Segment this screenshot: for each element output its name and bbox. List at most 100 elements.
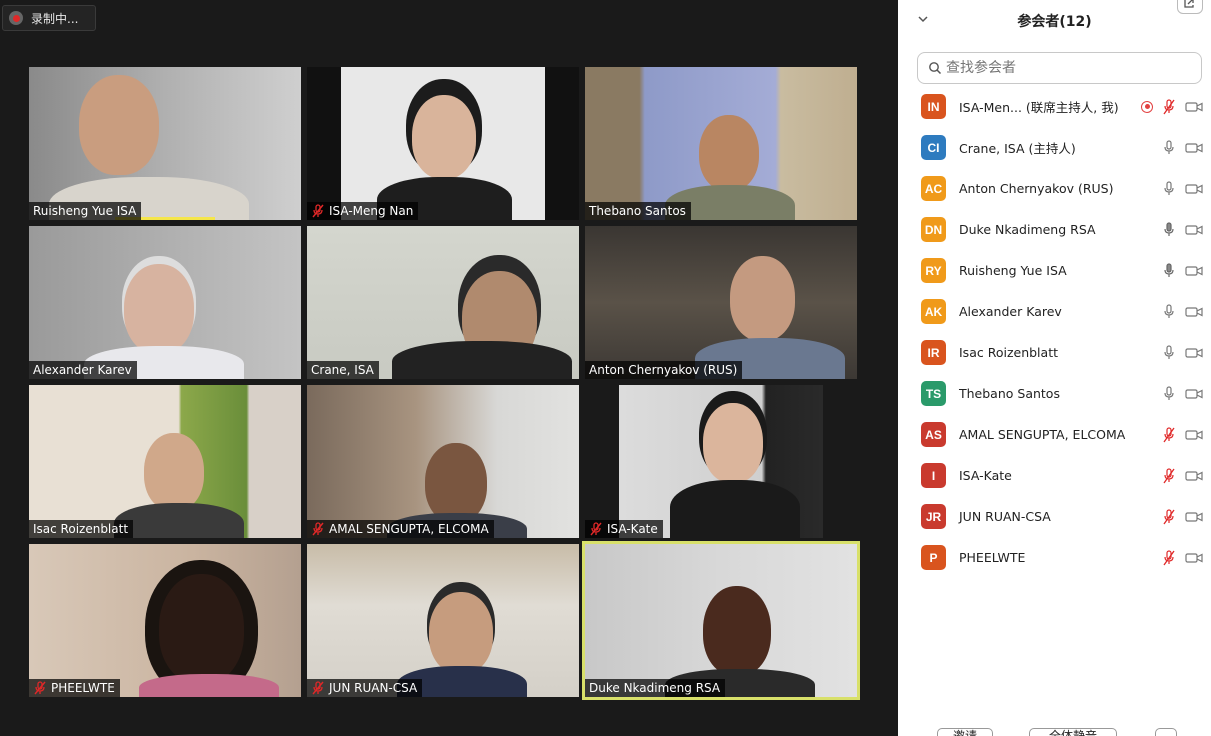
meeting-window: 录制中... Ruisheng Yue ISA ISA-Meng Nan The… — [0, 0, 1211, 736]
video-tile[interactable]: Crane, ISA — [307, 226, 579, 379]
video-off-icon[interactable] — [1185, 429, 1203, 441]
participant-name: Crane, ISA (主持人) — [959, 141, 1076, 156]
tile-name: ISA-Meng Nan — [329, 204, 414, 218]
avatar: AK — [921, 299, 946, 324]
mic-icon[interactable] — [1162, 385, 1176, 402]
participant-row[interactable]: CI Crane, ISA (主持人) — [898, 127, 1211, 168]
video-tile[interactable]: AMAL SENGUPTA, ELCOMA — [307, 385, 579, 538]
mic-muted-icon[interactable] — [1162, 467, 1176, 484]
video-tile[interactable]: Anton Chernyakov (RUS) — [585, 226, 857, 379]
tile-name-tag: Crane, ISA — [307, 361, 379, 379]
video-tile[interactable]: JUN RUAN-CSA — [307, 544, 579, 697]
mic-icon[interactable] — [1162, 180, 1176, 197]
tile-name-tag: Isac Roizenblatt — [29, 520, 134, 538]
participant-row[interactable]: I ISA-Kate — [898, 455, 1211, 496]
search-participants-box[interactable] — [917, 52, 1202, 84]
mic-muted-icon — [312, 681, 324, 695]
mute-all-button[interactable]: 全体静音 — [1029, 728, 1117, 736]
tile-name-tag: AMAL SENGUPTA, ELCOMA — [307, 520, 494, 538]
participant-row[interactable]: DN Duke Nkadimeng RSA — [898, 209, 1211, 250]
avatar: P — [921, 545, 946, 570]
tile-name-tag: PHEELWTE — [29, 679, 120, 697]
tile-name: Isac Roizenblatt — [33, 522, 129, 536]
video-off-icon[interactable] — [1185, 470, 1203, 482]
video-off-icon[interactable] — [1185, 265, 1203, 277]
participant-name: Thebano Santos — [959, 386, 1060, 401]
participant-name: Alexander Karev — [959, 304, 1062, 319]
participant-row[interactable]: P PHEELWTE — [898, 537, 1211, 578]
more-options-button[interactable] — [1155, 728, 1177, 736]
tile-name: Crane, ISA — [311, 363, 374, 377]
participant-row[interactable]: AS AMAL SENGUPTA, ELCOMA — [898, 414, 1211, 455]
video-tile[interactable]: ISA-Kate — [585, 385, 857, 538]
tile-name-tag: Anton Chernyakov (RUS) — [585, 361, 743, 379]
participant-row[interactable]: TS Thebano Santos — [898, 373, 1211, 414]
video-off-icon[interactable] — [1185, 306, 1203, 318]
panel-header: 参会者(12) — [898, 0, 1211, 40]
search-input[interactable] — [946, 60, 1186, 76]
avatar: JR — [921, 504, 946, 529]
mic-muted-icon — [34, 681, 46, 695]
tile-name: Thebano Santos — [589, 204, 686, 218]
avatar: RY — [921, 258, 946, 283]
participant-row[interactable]: AK Alexander Karev — [898, 291, 1211, 332]
participant-row[interactable]: IR Isac Roizenblatt — [898, 332, 1211, 373]
recording-icon — [9, 11, 23, 25]
tile-name: AMAL SENGUPTA, ELCOMA — [329, 522, 489, 536]
mic-muted-icon[interactable] — [1162, 426, 1176, 443]
tile-name: Alexander Karev — [33, 363, 132, 377]
participant-name: Anton Chernyakov (RUS) — [959, 181, 1114, 196]
mic-icon[interactable] — [1162, 139, 1176, 156]
video-tile[interactable]: Alexander Karev — [29, 226, 301, 379]
video-off-icon[interactable] — [1185, 552, 1203, 564]
video-off-icon[interactable] — [1185, 511, 1203, 523]
tile-name-tag: Alexander Karev — [29, 361, 137, 379]
tile-name-tag: ISA-Meng Nan — [307, 202, 419, 220]
video-off-icon[interactable] — [1185, 224, 1203, 236]
participant-name: ISA-Kate — [959, 468, 1012, 483]
mic-muted-icon[interactable] — [1162, 508, 1176, 525]
tile-name: Duke Nkadimeng RSA — [589, 681, 721, 695]
avatar: TS — [921, 381, 946, 406]
mic-muted-icon[interactable] — [1162, 98, 1176, 115]
tile-name-tag: Ruisheng Yue ISA — [29, 202, 142, 220]
mic-muted-icon[interactable] — [1162, 549, 1176, 566]
participant-name: PHEELWTE — [959, 550, 1026, 565]
tile-name: PHEELWTE — [51, 681, 115, 695]
participant-row[interactable]: RY Ruisheng Yue ISA — [898, 250, 1211, 291]
avatar: AC — [921, 176, 946, 201]
mic-muted-icon — [312, 522, 324, 536]
participant-name: Ruisheng Yue ISA — [959, 263, 1067, 278]
video-off-icon[interactable] — [1185, 101, 1203, 113]
video-gallery: 录制中... Ruisheng Yue ISA ISA-Meng Nan The… — [0, 0, 898, 736]
recording-indicator[interactable]: 录制中... — [2, 5, 96, 31]
video-tile[interactable]: Ruisheng Yue ISA — [29, 67, 301, 220]
participant-row[interactable]: IN ISA-Men... (联席主持人, 我) — [898, 86, 1211, 127]
participant-name: AMAL SENGUPTA, ELCOMA — [959, 427, 1126, 442]
mic-icon[interactable] — [1162, 344, 1176, 361]
tile-name-tag: Duke Nkadimeng RSA — [585, 679, 726, 697]
video-tile-active-speaker[interactable]: Duke Nkadimeng RSA — [582, 541, 860, 700]
participant-row[interactable]: JR JUN RUAN-CSA — [898, 496, 1211, 537]
video-off-icon[interactable] — [1185, 142, 1203, 154]
tile-name: Anton Chernyakov (RUS) — [589, 363, 738, 377]
video-tile[interactable]: Thebano Santos — [585, 67, 857, 220]
avatar: I — [921, 463, 946, 488]
video-off-icon[interactable] — [1185, 183, 1203, 195]
participant-video — [79, 75, 159, 175]
video-tile[interactable]: Isac Roizenblatt — [29, 385, 301, 538]
avatar: DN — [921, 217, 946, 242]
tile-name-tag: ISA-Kate — [585, 520, 663, 538]
invite-button[interactable]: 邀请 — [937, 728, 993, 736]
popout-button[interactable] — [1177, 0, 1203, 14]
video-off-icon[interactable] — [1185, 388, 1203, 400]
mic-active-icon[interactable] — [1162, 262, 1176, 279]
recording-status-icon — [1141, 100, 1153, 113]
mic-active-icon[interactable] — [1162, 221, 1176, 238]
participant-name: Duke Nkadimeng RSA — [959, 222, 1096, 237]
video-off-icon[interactable] — [1185, 347, 1203, 359]
participant-row[interactable]: AC Anton Chernyakov (RUS) — [898, 168, 1211, 209]
video-tile[interactable]: ISA-Meng Nan — [307, 67, 579, 220]
mic-icon[interactable] — [1162, 303, 1176, 320]
video-tile[interactable]: PHEELWTE — [29, 544, 301, 697]
